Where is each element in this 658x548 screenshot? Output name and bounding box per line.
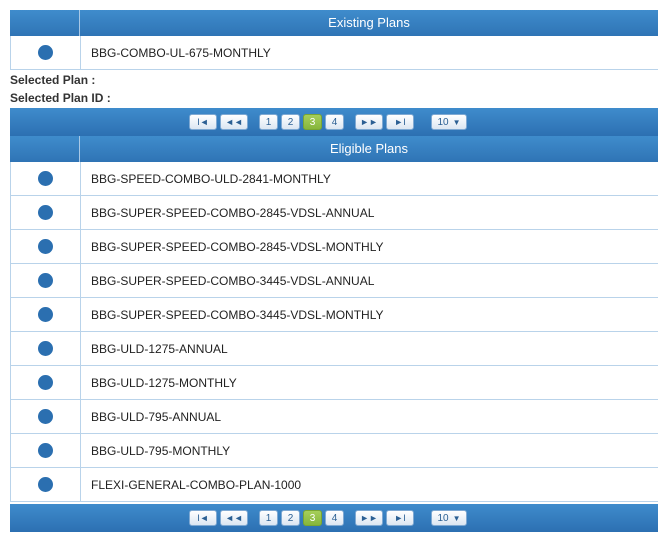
existing-plans-table: Existing Plans BBG-COMBO-UL-675-MONTHLY xyxy=(10,10,658,70)
plan-name: BBG-COMBO-UL-675-MONTHLY xyxy=(91,45,271,60)
plan-radio[interactable] xyxy=(38,273,53,288)
page-4-button[interactable]: 4 xyxy=(325,510,344,526)
existing-plans-header: Existing Plans xyxy=(10,10,658,36)
page-2-button[interactable]: 2 xyxy=(281,114,300,130)
plan-name: BBG-SUPER-SPEED-COMBO-2845-VDSL-ANNUAL xyxy=(91,205,375,220)
page-2-button[interactable]: 2 xyxy=(281,510,300,526)
plan-name: BBG-SPEED-COMBO-ULD-2841-MONTHLY xyxy=(91,171,331,186)
plan-name: BBG-SUPER-SPEED-COMBO-3445-VDSL-MONTHLY xyxy=(91,307,384,322)
page-size-select[interactable]: 10 ▼ xyxy=(431,510,467,526)
selected-plan-id-label: Selected Plan ID : xyxy=(10,91,111,105)
select-column-header xyxy=(10,10,80,36)
select-column-header xyxy=(10,136,80,162)
prev-page-button[interactable]: ◄◄ xyxy=(220,510,248,526)
plan-name: BBG-ULD-1275-MONTHLY xyxy=(91,375,237,390)
page-size-value: 10 xyxy=(437,512,449,524)
plan-name: BBG-SUPER-SPEED-COMBO-3445-VDSL-ANNUAL xyxy=(91,273,375,288)
table-row[interactable]: BBG-ULD-795-MONTHLY xyxy=(10,434,658,468)
selected-plan-label: Selected Plan : xyxy=(10,73,96,87)
table-row[interactable]: BBG-SUPER-SPEED-COMBO-3445-VDSL-MONTHLY xyxy=(10,298,658,332)
existing-plans-title: Existing Plans xyxy=(328,15,410,30)
plan-radio[interactable] xyxy=(38,205,53,220)
table-row[interactable]: BBG-ULD-1275-MONTHLY xyxy=(10,366,658,400)
plan-radio[interactable] xyxy=(38,443,53,458)
page-size-value: 10 xyxy=(437,116,449,128)
table-row[interactable]: BBG-SUPER-SPEED-COMBO-2845-VDSL-MONTHLY xyxy=(10,230,658,264)
chevron-down-icon: ▼ xyxy=(452,117,461,127)
plan-radio[interactable] xyxy=(38,341,53,356)
plan-name: BBG-ULD-1275-ANNUAL xyxy=(91,341,228,356)
plan-name: BBG-SUPER-SPEED-COMBO-2845-VDSL-MONTHLY xyxy=(91,239,384,254)
selected-plan-info: Selected Plan : Selected Plan ID : xyxy=(10,71,111,107)
page-size-select[interactable]: 10 ▼ xyxy=(431,114,467,130)
plan-name: FLEXI-GENERAL-COMBO-PLAN-1000 xyxy=(91,477,302,492)
page-3-button[interactable]: 3 xyxy=(303,510,322,526)
first-page-button[interactable]: I◄ xyxy=(189,114,217,130)
plan-radio[interactable] xyxy=(38,239,53,254)
plan-radio[interactable] xyxy=(38,45,53,60)
table-row[interactable]: BBG-SUPER-SPEED-COMBO-3445-VDSL-ANNUAL xyxy=(10,264,658,298)
page-3-button[interactable]: 3 xyxy=(303,114,322,130)
plan-name: BBG-ULD-795-ANNUAL xyxy=(91,409,222,424)
page-1-button[interactable]: 1 xyxy=(259,114,278,130)
plan-radio[interactable] xyxy=(38,307,53,322)
chevron-down-icon: ▼ xyxy=(452,513,461,523)
page-4-button[interactable]: 4 xyxy=(325,114,344,130)
first-page-button[interactable]: I◄ xyxy=(189,510,217,526)
table-row[interactable]: BBG-SUPER-SPEED-COMBO-2845-VDSL-ANNUAL xyxy=(10,196,658,230)
page-1-button[interactable]: 1 xyxy=(259,510,278,526)
plan-name: BBG-ULD-795-MONTHLY xyxy=(91,443,231,458)
table-row[interactable]: BBG-SPEED-COMBO-ULD-2841-MONTHLY xyxy=(10,162,658,196)
table-row[interactable]: BBG-ULD-1275-ANNUAL xyxy=(10,332,658,366)
last-page-button[interactable]: ►I xyxy=(386,510,414,526)
table-row[interactable]: FLEXI-GENERAL-COMBO-PLAN-1000 xyxy=(10,468,658,502)
prev-page-button[interactable]: ◄◄ xyxy=(220,114,248,130)
table-row[interactable]: BBG-COMBO-UL-675-MONTHLY xyxy=(10,36,658,70)
table-row[interactable]: BBG-ULD-795-ANNUAL xyxy=(10,400,658,434)
plan-radio[interactable] xyxy=(38,477,53,492)
pager-bottom: I◄ ◄◄ 1 2 3 4 ►► ►I 10 ▼ xyxy=(10,504,658,532)
pager-top: I◄ ◄◄ 1 2 3 4 ►► ►I 10 ▼ xyxy=(10,108,658,136)
plan-radio[interactable] xyxy=(38,171,53,186)
next-page-button[interactable]: ►► xyxy=(355,510,383,526)
eligible-plans-header: Eligible Plans xyxy=(10,136,658,162)
plan-radio[interactable] xyxy=(38,375,53,390)
eligible-plans-table: Eligible Plans BBG-SPEED-COMBO-ULD-2841-… xyxy=(10,136,658,502)
eligible-plans-title: Eligible Plans xyxy=(329,141,409,156)
plan-radio[interactable] xyxy=(38,409,53,424)
last-page-button[interactable]: ►I xyxy=(386,114,414,130)
next-page-button[interactable]: ►► xyxy=(355,114,383,130)
